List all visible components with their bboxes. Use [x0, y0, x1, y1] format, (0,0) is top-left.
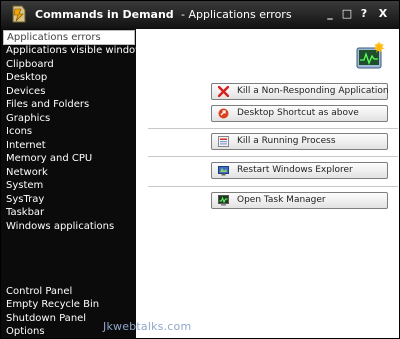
sidebar-item-desktop[interactable]: Desktop	[6, 71, 47, 84]
button-label: Desktop Shortcut as above	[237, 108, 359, 118]
button-label: Open Task Manager	[237, 195, 326, 205]
window-title: Commands in Demand - Applications errors	[35, 8, 292, 21]
button-label: Kill a Non-Responding Application	[237, 86, 389, 96]
button-label: Restart Windows Explorer	[237, 165, 353, 175]
button-label: Kill a Running Process	[237, 136, 336, 146]
title-app-name: Commands in Demand	[35, 8, 174, 21]
explorer-icon	[218, 166, 229, 176]
sidebar-item-clipboard[interactable]: Clipboard	[6, 58, 54, 71]
app-window: Commands in Demand - Applications errors…	[0, 0, 400, 339]
sidebar-item-windows-applications[interactable]: Windows applications	[6, 220, 114, 233]
title-bar[interactable]: Commands in Demand - Applications errors…	[1, 1, 399, 29]
kill-non-responding-app-button[interactable]: Kill a Non-Responding Application	[211, 83, 389, 100]
restart-windows-explorer-button[interactable]: Restart Windows Explorer	[211, 162, 388, 179]
main-content: Kill a Non-Responding Application Deskto…	[136, 29, 399, 338]
desktop-shortcut-button[interactable]: Desktop Shortcut as above	[211, 105, 388, 122]
sidebar-item-graphics[interactable]: Graphics	[6, 112, 50, 125]
sidebar-item-applications-errors[interactable]: Applications errors	[3, 30, 135, 45]
title-separator: -	[181, 8, 185, 21]
divider	[148, 156, 398, 157]
maximize-button[interactable]: □	[339, 5, 355, 22]
divider	[148, 128, 398, 129]
sidebar-item-memory-and-cpu[interactable]: Memory and CPU	[6, 152, 92, 165]
sidebar-item-control-panel[interactable]: Control Panel	[6, 285, 72, 298]
close-button[interactable]: X	[375, 5, 391, 22]
sidebar-item-options[interactable]: Options	[6, 325, 45, 338]
monitor-activity-icon	[356, 41, 385, 69]
task-manager-icon	[218, 195, 229, 206]
process-icon	[218, 136, 229, 147]
sidebar-item-systray[interactable]: SysTray	[6, 193, 44, 206]
sidebar-item-icons[interactable]: Icons	[6, 125, 32, 138]
title-section: Applications errors	[188, 8, 292, 21]
help-button[interactable]: ?	[356, 5, 372, 22]
sidebar-item-files-and-folders[interactable]: Files and Folders	[6, 98, 89, 111]
sidebar-item-network[interactable]: Network	[6, 166, 48, 179]
shortcut-icon	[218, 108, 229, 119]
sidebar-item-empty-recycle-bin[interactable]: Empty Recycle Bin	[6, 298, 99, 311]
sidebar: Applications errors Applications visible…	[1, 29, 149, 338]
minimize-button[interactable]: _	[322, 5, 338, 22]
watermark-text: Jkwebtalks.com	[103, 320, 192, 333]
divider	[148, 186, 398, 187]
sidebar-item-applications-visible-windows[interactable]: Applications visible windows	[6, 44, 149, 57]
sidebar-item-internet[interactable]: Internet	[6, 139, 46, 152]
open-task-manager-button[interactable]: Open Task Manager	[211, 192, 388, 209]
red-x-icon	[218, 86, 229, 97]
sidebar-item-shutdown-panel[interactable]: Shutdown Panel	[6, 312, 86, 325]
sidebar-item-devices[interactable]: Devices	[6, 85, 45, 98]
sidebar-item-taskbar[interactable]: Taskbar	[6, 206, 44, 219]
kill-running-process-button[interactable]: Kill a Running Process	[211, 133, 388, 150]
app-logo-icon	[12, 5, 26, 23]
sidebar-item-system[interactable]: System	[6, 179, 43, 192]
